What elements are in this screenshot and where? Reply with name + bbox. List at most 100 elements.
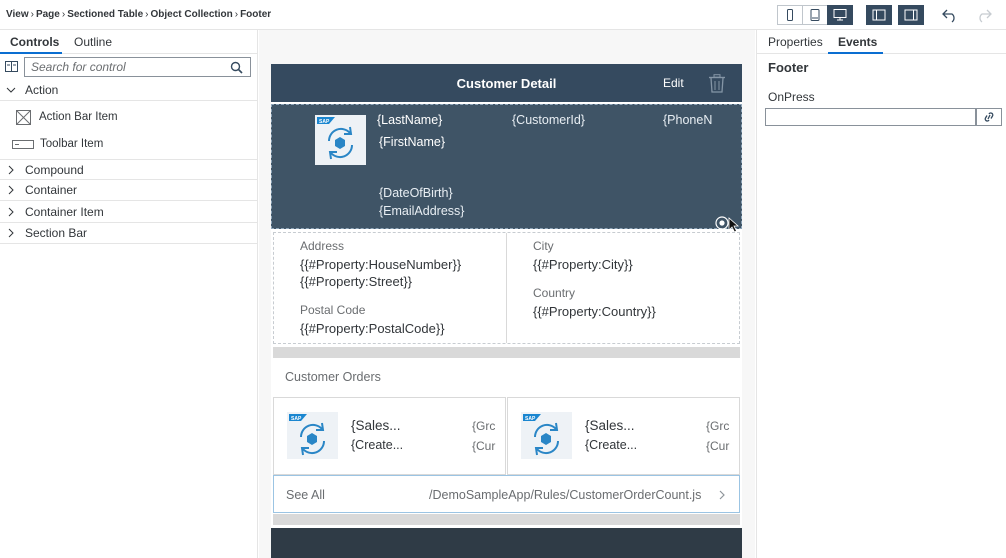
tree-item-label: Compound xyxy=(25,162,84,177)
link-icon xyxy=(984,112,994,122)
search-icon[interactable] xyxy=(230,61,243,77)
order-item-2[interactable]: SAP {Sales... {Create... {Grc {Cur xyxy=(507,397,740,475)
tree-item-action[interactable]: Action xyxy=(0,80,258,101)
controls-panel: Controls Outline Action Action Bar Item … xyxy=(0,30,258,558)
country-value: {{#Property:Country}} xyxy=(533,304,656,319)
tree-item-section-bar[interactable]: Section Bar xyxy=(0,223,258,244)
radio-target-icon[interactable] xyxy=(715,216,729,233)
selected-control-title: Footer xyxy=(768,60,809,75)
chevron-right-icon xyxy=(6,185,16,195)
tab-outline[interactable]: Outline xyxy=(74,35,112,49)
left-panel-tabs: Controls Outline xyxy=(0,30,257,54)
tree-item-toolbar-item[interactable]: Toolbar Item xyxy=(0,131,258,157)
order-subtitle: {Create... xyxy=(351,438,404,452)
page-preview: Customer Detail Edit SAP {LastName} {Fir xyxy=(271,64,742,558)
tree-item-action-bar-item[interactable]: Action Bar Item xyxy=(0,104,258,130)
search-row xyxy=(0,57,258,79)
order-title: {Sales... xyxy=(585,418,635,433)
desktop-icon xyxy=(833,9,847,21)
onpress-field[interactable] xyxy=(765,108,976,126)
order-substatus: {Cur xyxy=(472,439,496,453)
order-title: {Sales... xyxy=(351,418,401,433)
address-label: Address xyxy=(300,239,345,253)
undo-icon xyxy=(942,9,955,23)
active-tab-indicator xyxy=(0,52,62,54)
chevron-right-icon xyxy=(718,489,726,503)
search-input[interactable] xyxy=(25,58,220,76)
svg-text:SAP: SAP xyxy=(291,416,302,422)
breadcrumb-item-sectioned-table[interactable]: Sectioned Table xyxy=(67,9,143,20)
right-panel-toggle-icon xyxy=(904,9,918,21)
trash-icon[interactable] xyxy=(708,74,726,96)
link-button[interactable] xyxy=(976,108,1002,126)
tree-item-label: Section Bar xyxy=(25,226,88,240)
breadcrumb-item-view[interactable]: View xyxy=(6,9,29,20)
svg-text:SAP: SAP xyxy=(525,416,536,422)
header-customer-id: {CustomerId} xyxy=(512,113,585,127)
chevron-right-icon xyxy=(6,165,16,175)
redo-icon xyxy=(979,9,992,23)
properties-panel: Properties Events Footer OnPress xyxy=(756,30,1006,558)
breadcrumb-item-page[interactable]: Page xyxy=(36,9,60,20)
postal-code-value: {{#Property:PostalCode}} xyxy=(300,321,445,336)
order-subtitle: {Create... xyxy=(585,438,638,452)
section-header-customer-orders: Customer Orders xyxy=(285,370,381,384)
city-cell: City {{#Property:City}} Country {{#Prope… xyxy=(507,233,740,343)
breadcrumb-separator-icon: › xyxy=(30,9,34,20)
tab-controls[interactable]: Controls xyxy=(10,35,59,49)
section-separator xyxy=(273,347,740,358)
address-cell: Address {{#Property:HouseNumber}} {{#Pro… xyxy=(274,233,507,343)
breadcrumb-item-footer[interactable]: Footer xyxy=(240,9,271,20)
chevron-right-icon xyxy=(6,207,16,217)
see-all-rule: /DemoSampleApp/Rules/CustomerOrderCount.… xyxy=(429,488,702,502)
footer-see-all[interactable]: See All /DemoSampleApp/Rules/CustomerOrd… xyxy=(273,475,740,513)
tree-item-label: Toolbar Item xyxy=(40,138,104,150)
order-item-1[interactable]: SAP {Sales... {Create... {Grc {Cur xyxy=(273,397,506,475)
breadcrumb-item-object-collection[interactable]: Object Collection xyxy=(151,9,233,20)
header-date-of-birth: {DateOfBirth} xyxy=(379,186,453,200)
key-value-section[interactable]: Address {{#Property:HouseNumber}} {{#Pro… xyxy=(273,232,740,344)
action-bar-item-icon xyxy=(16,109,31,125)
book-icon[interactable] xyxy=(5,60,18,76)
tree-item-container[interactable]: Container xyxy=(0,180,258,201)
phone-view-button[interactable] xyxy=(777,5,803,25)
city-value: {{#Property:City}} xyxy=(533,257,633,272)
address-value-house-number: {{#Property:HouseNumber}} xyxy=(300,257,462,272)
tree-item-label: Container Item xyxy=(25,205,104,219)
tree-item-compound[interactable]: Compound xyxy=(0,159,258,180)
tablet-view-button[interactable] xyxy=(802,5,828,25)
design-canvas: Customer Detail Edit SAP {LastName} {Fir xyxy=(259,30,755,558)
header-email: {EmailAddress} xyxy=(379,204,465,218)
undo-button[interactable] xyxy=(940,7,960,23)
header-first-name: {FirstName} xyxy=(379,135,445,149)
svg-text:SAP: SAP xyxy=(319,119,330,125)
country-label: Country xyxy=(533,286,576,300)
see-all-label: See All xyxy=(286,488,325,502)
search-field xyxy=(24,57,251,77)
city-label: City xyxy=(533,239,554,253)
order-status: {Grc xyxy=(472,419,496,433)
redo-button[interactable] xyxy=(974,7,994,23)
order-status: {Grc xyxy=(706,419,730,433)
section-separator xyxy=(273,514,740,525)
order-substatus: {Cur xyxy=(706,439,730,453)
sap-logo-image: SAP xyxy=(315,115,366,165)
breadcrumb-separator-icon: › xyxy=(234,9,239,20)
toolbar-footer[interactable] xyxy=(271,528,742,558)
left-panel-toggle-icon xyxy=(872,9,886,21)
tablet-icon xyxy=(810,9,820,21)
toggle-left-panel-button[interactable] xyxy=(866,5,892,25)
action-bar[interactable]: Customer Detail Edit xyxy=(271,64,742,102)
breadcrumb-separator-icon: › xyxy=(61,9,66,20)
tab-events[interactable]: Events xyxy=(838,35,877,49)
tab-properties[interactable]: Properties xyxy=(768,35,823,49)
toggle-right-panel-button[interactable] xyxy=(898,5,924,25)
chevron-right-icon xyxy=(6,228,16,238)
tree-item-label: Action xyxy=(25,83,59,97)
desktop-view-button[interactable] xyxy=(827,5,853,25)
object-header[interactable]: SAP {LastName} {FirstName} {CustomerId} … xyxy=(271,104,742,233)
tree-item-container-item[interactable]: Container Item xyxy=(0,202,258,223)
header-phone: {PhoneN xyxy=(663,113,713,127)
header-last-name: {LastName} xyxy=(377,113,443,127)
edit-button[interactable]: Edit xyxy=(663,76,684,90)
